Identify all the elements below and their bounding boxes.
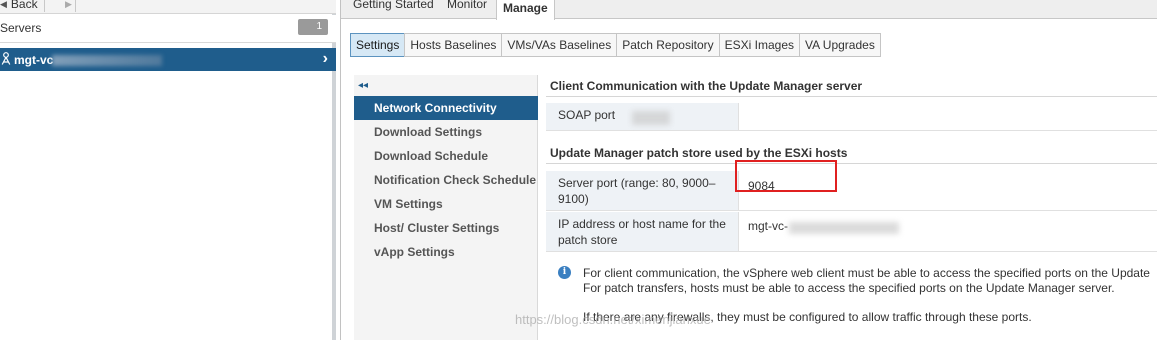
back-button[interactable]: ◀ Back (0, 0, 45, 12)
servers-count-badge: 1 (298, 19, 328, 35)
server-port-label: Server port (range: 80, 9000–9100) (546, 171, 739, 210)
settings-nav: ◂◂ Network Connectivity Download Setting… (354, 75, 538, 340)
back-label: Back (10, 0, 38, 11)
sub-tabs: Settings Hosts Baselines VMs/VAs Baselin… (350, 33, 881, 57)
info-line-2: For patch transfers, hosts must be able … (583, 281, 1115, 295)
navigator-panel: ◀ Back ▶ Servers 1 mgt-vc › (0, 0, 336, 340)
vcenter-server-icon (1, 52, 11, 65)
redacted-hostname (52, 55, 162, 66)
subtab-vms-vas-baselines[interactable]: VMs/VAs Baselines (501, 33, 618, 57)
server-item[interactable]: mgt-vc › (0, 48, 336, 71)
info-line-1: For client communication, the vSphere we… (583, 266, 1150, 280)
servers-header[interactable]: Servers 1 (0, 15, 336, 43)
back-arrow-icon: ◀ (0, 0, 7, 9)
redacted-soap-port (632, 111, 670, 125)
tab-getting-started[interactable]: Getting Started (347, 0, 440, 16)
servers-label: Servers (0, 21, 42, 35)
subtab-hosts-baselines[interactable]: Hosts Baselines (404, 33, 503, 57)
history-bar: ◀ Back ▶ (0, 0, 336, 14)
server-port-row: Server port (range: 80, 9000–9100) 9084 (546, 171, 1157, 211)
forward-arrow-icon: ▶ (65, 0, 72, 9)
nav-vapp-settings[interactable]: vApp Settings (354, 240, 538, 264)
main-tabs: Getting Started Monitor Manage (341, 0, 1157, 20)
nav-vm-settings[interactable]: VM Settings (354, 192, 538, 216)
subtab-esxi-images[interactable]: ESXi Images (718, 33, 800, 57)
patch-store-header: Update Manager patch store used by the E… (546, 142, 1157, 164)
nav-notification-check-schedule[interactable]: Notification Check Schedule (354, 168, 538, 192)
tab-manage[interactable]: Manage (496, 0, 555, 20)
content-panel: Getting Started Monitor Manage Settings … (340, 0, 1157, 340)
client-communication-header: Client Communication with the Update Man… (546, 75, 1157, 97)
patch-store-host-label: IP address or host name for the patch st… (546, 212, 739, 251)
subtab-va-upgrades[interactable]: VA Upgrades (799, 33, 881, 57)
chevron-right-icon: › (322, 50, 328, 67)
patch-store-host-value: mgt-vc- (748, 219, 788, 233)
nav-host-cluster-settings[interactable]: Host/ Cluster Settings (354, 216, 538, 240)
patch-store-host-row: IP address or host name for the patch st… (546, 212, 1157, 252)
nav-download-settings[interactable]: Download Settings (354, 120, 538, 144)
redacted-patch-store-host (789, 222, 899, 234)
tab-monitor[interactable]: Monitor (441, 0, 493, 16)
nav-network-connectivity[interactable]: Network Connectivity (354, 96, 538, 120)
subtab-patch-repository[interactable]: Patch Repository (616, 33, 720, 57)
soap-port-row: SOAP port (546, 103, 1157, 131)
collapse-icon[interactable]: ◂◂ (358, 80, 368, 91)
network-connectivity-detail: Client Communication with the Update Man… (546, 75, 1157, 340)
watermark: https://blog.csdn.net/ximenjianxue (515, 312, 711, 327)
server-name: mgt-vc (14, 53, 54, 67)
forward-button[interactable]: ▶ (62, 0, 76, 12)
nav-download-schedule[interactable]: Download Schedule (354, 144, 538, 168)
annotation-highlight-box (735, 160, 837, 192)
subtab-settings[interactable]: Settings (350, 33, 406, 57)
info-icon: i (558, 266, 571, 279)
